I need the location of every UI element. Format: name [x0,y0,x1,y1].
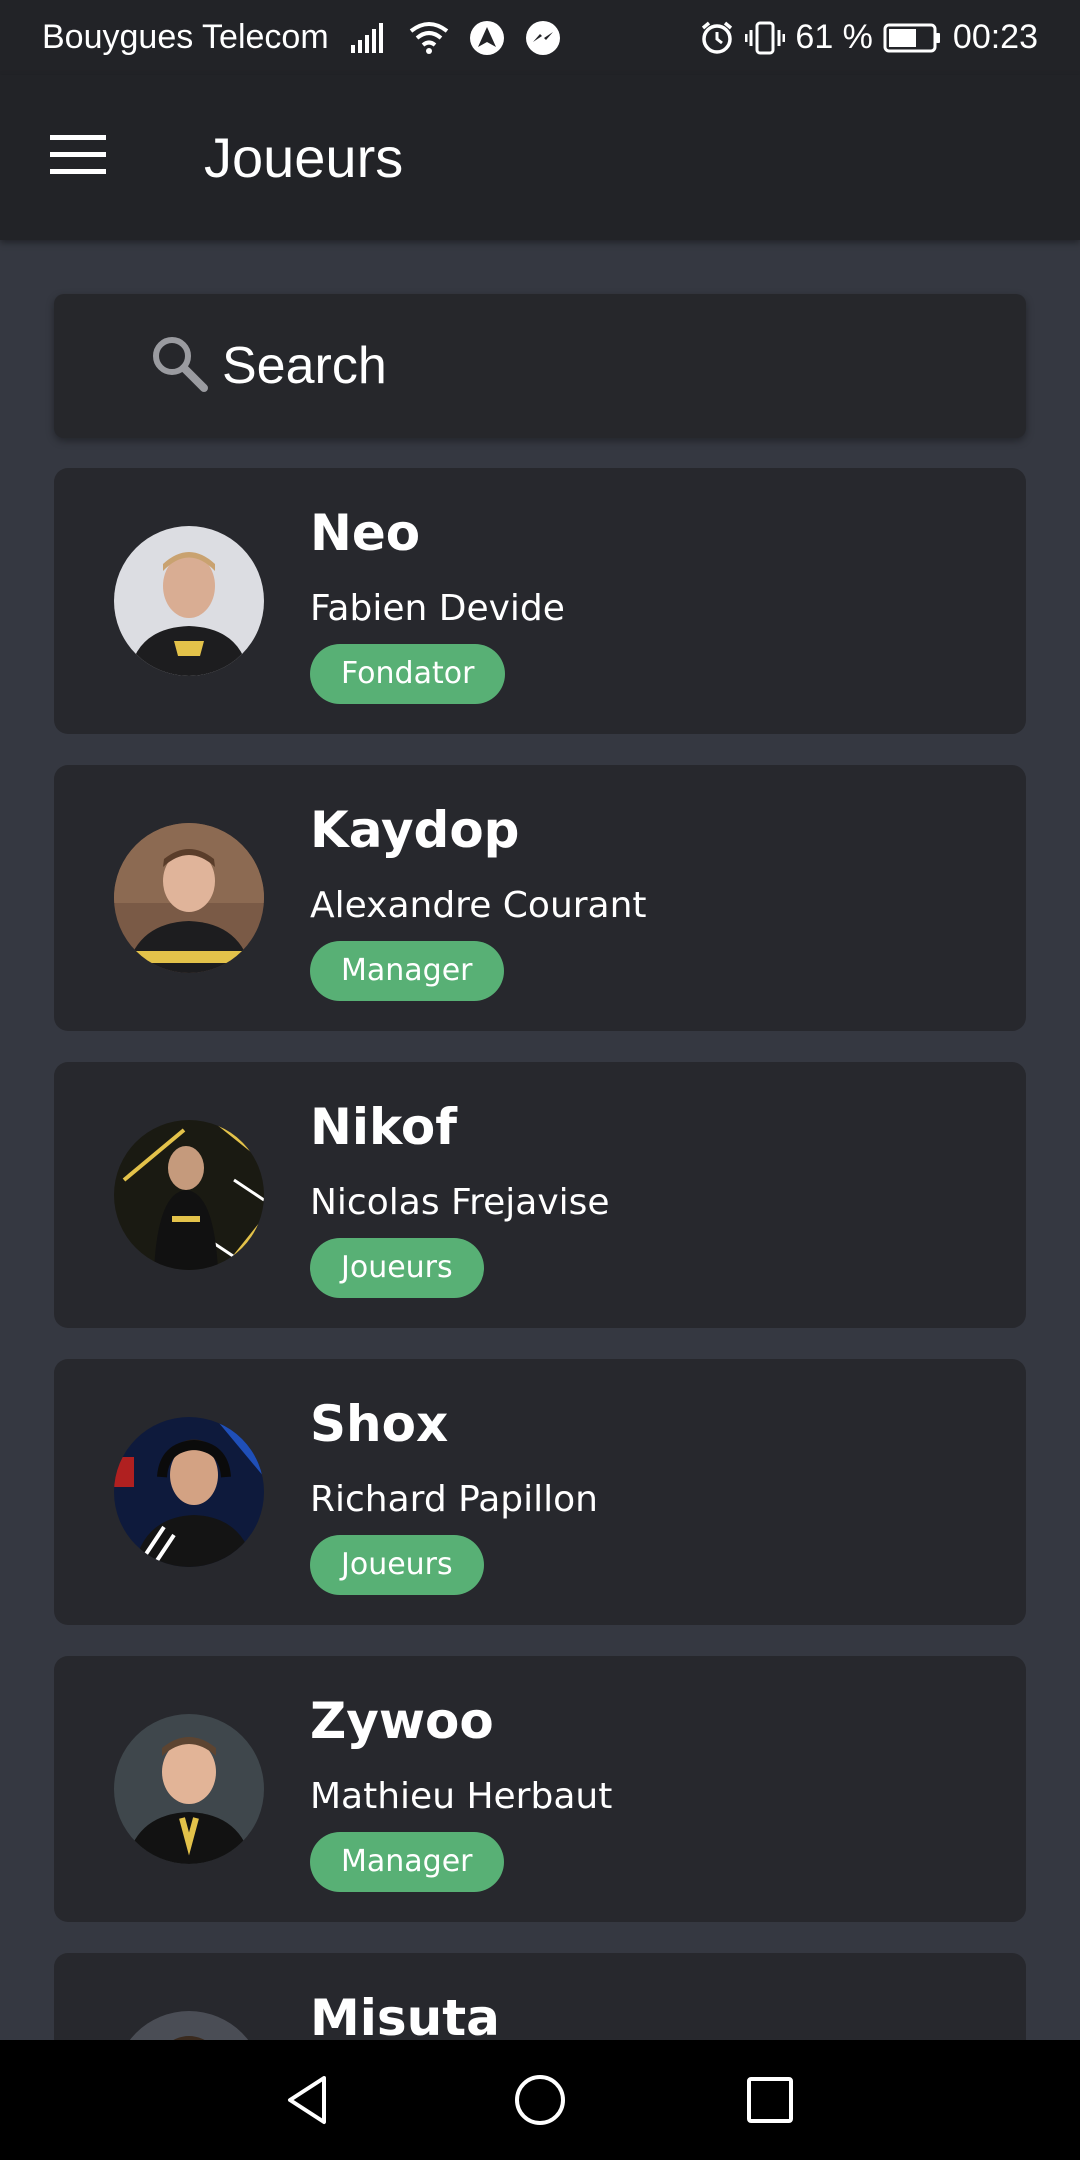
role-badge: Joueurs [310,1238,484,1298]
home-icon[interactable] [510,2070,570,2130]
app-bar: Joueurs [0,75,1080,240]
messenger-icon [525,20,561,56]
battery-icon [883,22,943,54]
hamburger-menu-icon[interactable] [50,135,106,175]
player-name: Mathieu Herbaut [310,1776,613,1817]
search-icon [150,334,208,392]
battery-percent: 61 % [795,18,873,56]
navigation-bar [0,2040,1080,2160]
player-nickname: Nikof [310,1098,457,1156]
recents-icon[interactable] [740,2070,800,2130]
back-icon[interactable] [278,2070,338,2130]
player-list: Neo Fabien Devide Fondator Kaydop Alexan… [54,468,1026,2160]
alarm-icon [699,20,735,56]
player-nickname: Misuta [310,1989,500,2047]
avatar [114,1417,264,1567]
player-name: Richard Papillon [310,1479,598,1520]
player-card-kaydop[interactable]: Kaydop Alexandre Courant Manager [54,765,1026,1031]
search-bar[interactable] [54,294,1026,438]
signal-icon [349,21,389,55]
avatar [114,1714,264,1864]
avatar [114,526,264,676]
player-card-nikof[interactable]: Nikof Nicolas Frejavise Joueurs [54,1062,1026,1328]
carrier-name: Bouygues Telecom [42,18,329,56]
wifi-icon [409,21,449,55]
avatar [114,823,264,973]
player-nickname: Zywoo [310,1692,494,1750]
search-input[interactable] [222,324,982,408]
status-bar: Bouygues Telecom 61 % 00:23 [0,0,1080,75]
avatar [114,1120,264,1270]
player-nickname: Shox [310,1395,449,1453]
player-card-shox[interactable]: Shox Richard Papillon Joueurs [54,1359,1026,1625]
player-name: Fabien Devide [310,588,565,629]
navigation-app-icon [469,20,505,56]
player-nickname: Neo [310,504,421,562]
player-card-neo[interactable]: Neo Fabien Devide Fondator [54,468,1026,734]
player-nickname: Kaydop [310,801,520,859]
clock: 00:23 [952,18,1038,56]
player-card-zywoo[interactable]: Zywoo Mathieu Herbaut Manager [54,1656,1026,1922]
role-badge: Manager [310,1832,504,1892]
role-badge: Manager [310,941,504,1001]
player-name: Alexandre Courant [310,885,647,926]
player-name: Nicolas Frejavise [310,1182,610,1223]
vibrate-icon [745,20,786,56]
role-badge: Joueurs [310,1535,484,1595]
page-title: Joueurs [204,126,404,189]
screen: Bouygues Telecom 61 % 00:23 Joueurs Sear… [0,0,1080,2160]
role-badge: Fondator [310,644,506,704]
